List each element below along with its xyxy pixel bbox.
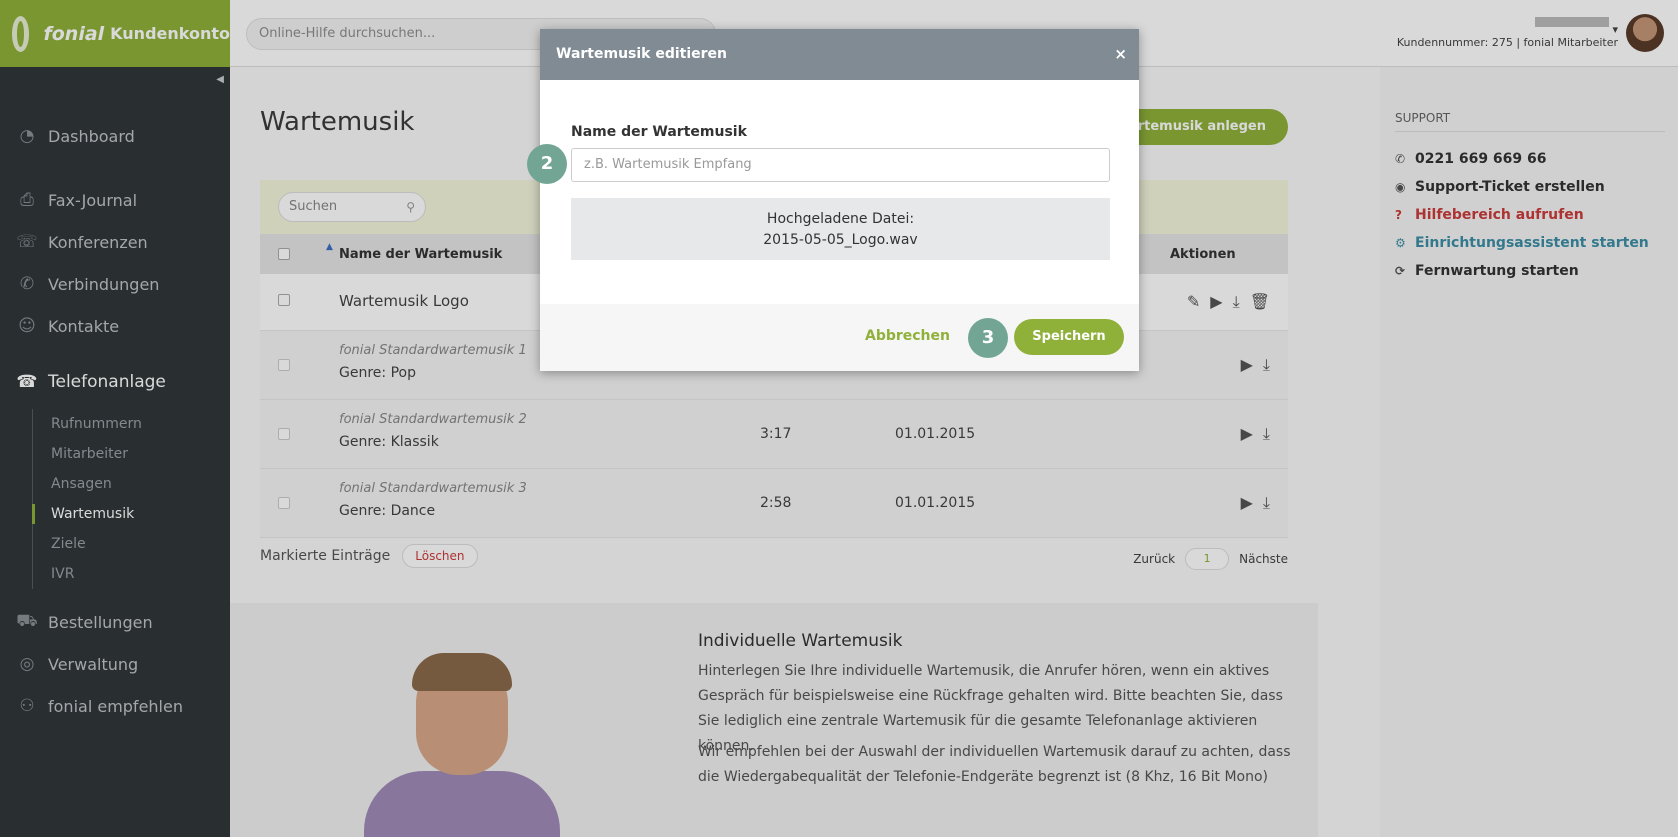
wartemusik-name-input[interactable]: z.B. Wartemusik Empfang: [571, 148, 1110, 182]
uploaded-file-box: Hochgeladene Datei: 2015-05-05_Logo.wav: [571, 198, 1110, 260]
uploaded-file-name: 2015-05-05_Logo.wav: [763, 232, 918, 248]
cancel-button[interactable]: Abbrechen: [865, 328, 950, 344]
edit-wartemusik-dialog: Wartemusik editieren × Name der Wartemus…: [540, 29, 1139, 371]
save-button[interactable]: Speichern: [1014, 319, 1124, 355]
close-icon[interactable]: ×: [1114, 29, 1127, 80]
dialog-footer: Abbrechen Speichern: [540, 304, 1139, 371]
step-marker-2: 2: [527, 144, 567, 184]
step-marker-3: 3: [968, 318, 1008, 358]
dialog-header: Wartemusik editieren ×: [540, 29, 1139, 80]
name-field-label: Name der Wartemusik: [571, 124, 747, 140]
uploaded-file-label: Hochgeladene Datei:: [766, 211, 915, 227]
dialog-title: Wartemusik editieren: [556, 46, 728, 62]
